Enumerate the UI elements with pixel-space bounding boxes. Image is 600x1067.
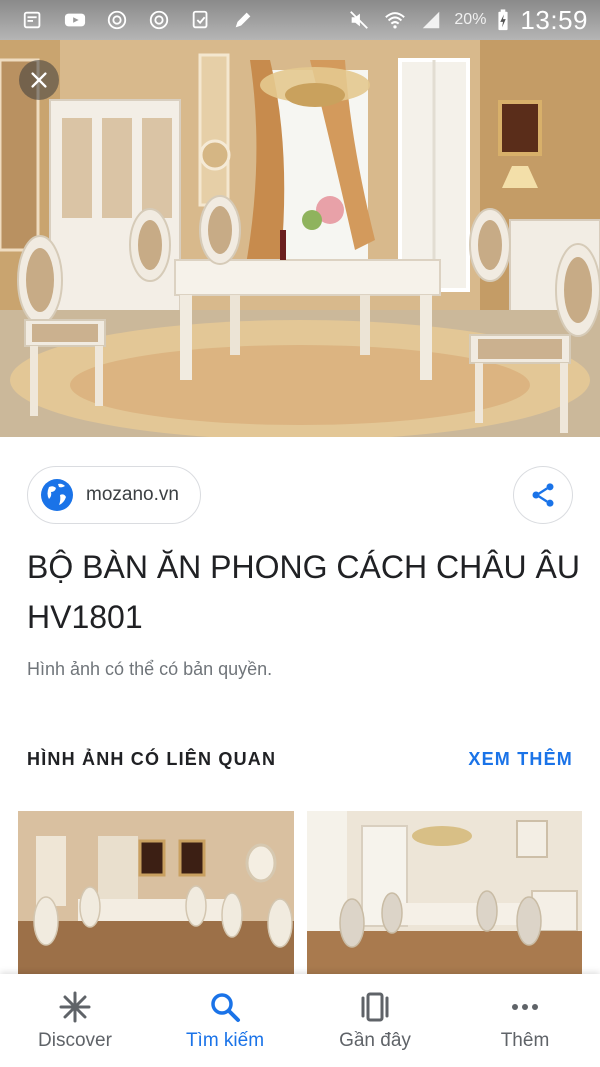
related-image-illustration — [307, 811, 582, 975]
nav-label: Tìm kiếm — [185, 1030, 265, 1051]
related-image-thumbnail[interactable] — [18, 811, 294, 975]
copyright-note: Hình ảnh có thể có bản quyền. — [27, 659, 273, 679]
nav-label: Discover — [38, 1030, 112, 1051]
battery-level: 20% — [454, 11, 487, 28]
status-bar: 20% 13:59 — [0, 0, 600, 40]
chrome-icon — [146, 9, 172, 31]
asterisk-icon — [57, 990, 93, 1024]
search-icon — [207, 990, 243, 1024]
source-link-chip[interactable]: mozano.vn — [27, 466, 201, 524]
signal-icon — [418, 9, 444, 31]
download-done-icon — [188, 9, 214, 31]
close-button[interactable] — [19, 60, 59, 100]
nav-recent[interactable]: Gần đây — [300, 974, 450, 1067]
nav-more[interactable]: Thêm — [450, 974, 600, 1067]
more-dots-icon — [507, 990, 543, 1024]
globe-icon — [41, 479, 73, 511]
youtube-icon — [62, 9, 88, 31]
status-system: 20% 13:59 — [346, 5, 588, 36]
nav-label: Gần đây — [339, 1030, 411, 1051]
status-notifications — [20, 9, 256, 31]
related-images-heading: HÌNH ẢNH CÓ LIÊN QUAN — [27, 749, 277, 769]
nav-label: Thêm — [500, 1030, 550, 1051]
wifi-icon — [382, 9, 408, 31]
mute-icon — [346, 9, 372, 31]
source-domain: mozano.vn — [86, 484, 179, 505]
close-icon — [31, 72, 47, 88]
pencil-icon — [230, 9, 256, 31]
bottom-navigation: Discover Tìm kiếm Gần đây Thêm — [0, 974, 600, 1067]
news-icon — [20, 9, 46, 31]
nav-search[interactable]: Tìm kiếm — [150, 974, 300, 1067]
related-image-thumbnail[interactable] — [307, 811, 582, 975]
clock: 13:59 — [520, 4, 588, 35]
nav-discover[interactable]: Discover — [0, 974, 150, 1067]
chrome-icon — [104, 9, 130, 31]
recent-cards-icon — [357, 990, 393, 1024]
related-image-illustration — [18, 811, 294, 975]
dining-room-illustration — [0, 40, 600, 437]
image-title: BỘ BÀN ĂN PHONG CÁCH CHÂU ÂU HV1801 — [27, 549, 580, 635]
battery-charging-icon — [496, 9, 510, 31]
see-more-link[interactable]: XEM THÊM — [468, 749, 573, 770]
share-icon — [532, 483, 554, 507]
main-image[interactable] — [0, 40, 600, 437]
share-button[interactable] — [513, 466, 573, 524]
